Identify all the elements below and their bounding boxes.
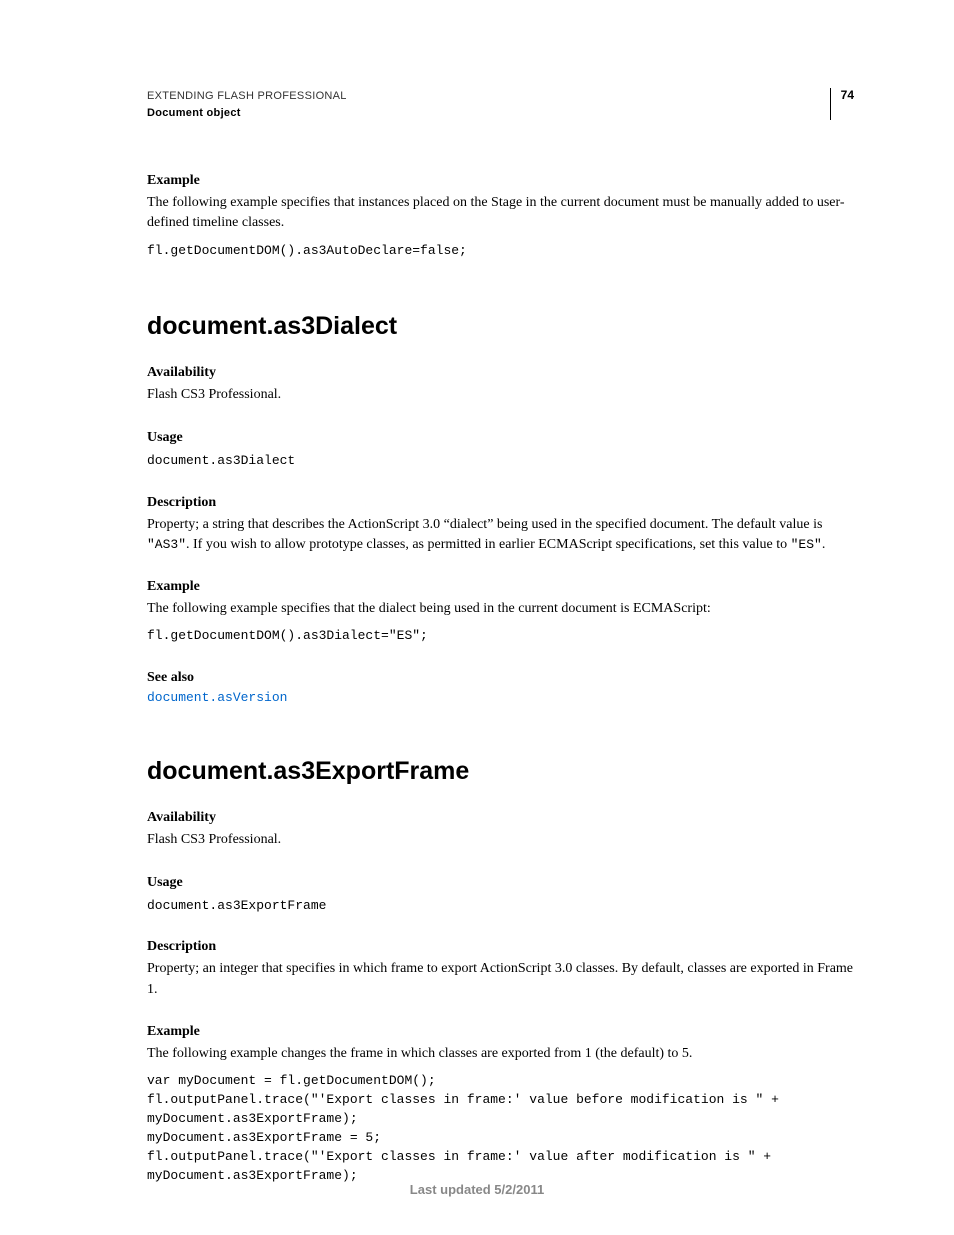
usage-label: Usage xyxy=(147,875,854,891)
example-code: var myDocument = fl.getDocumentDOM(); fl… xyxy=(147,1072,854,1185)
page-header: EXTENDING FLASH PROFESSIONAL Document ob… xyxy=(147,88,854,121)
description-code1: "AS3" xyxy=(147,537,186,552)
heading-as3dialect: document.as3Dialect xyxy=(147,312,854,341)
availability-text: Flash CS3 Professional. xyxy=(147,830,854,850)
description-text: Property; a string that describes the Ac… xyxy=(147,515,854,556)
description-label: Description xyxy=(147,495,854,511)
example-label: Example xyxy=(147,1024,854,1040)
description-pre: Property; a string that describes the Ac… xyxy=(147,517,822,532)
example-text: The following example specifies that the… xyxy=(147,599,854,619)
example-label: Example xyxy=(147,173,854,189)
availability-label: Availability xyxy=(147,810,854,826)
example-text: The following example changes the frame … xyxy=(147,1044,854,1064)
usage-code: document.as3ExportFrame xyxy=(147,897,854,916)
availability-text: Flash CS3 Professional. xyxy=(147,385,854,405)
description-text: Property; an integer that specifies in w… xyxy=(147,959,854,1000)
description-mid: . If you wish to allow prototype classes… xyxy=(186,537,791,552)
usage-label: Usage xyxy=(147,430,854,446)
example-label: Example xyxy=(147,579,854,595)
header-subtitle: Document object xyxy=(147,105,347,122)
example-code: fl.getDocumentDOM().as3AutoDeclare=false… xyxy=(147,242,854,261)
seealso-link[interactable]: document.asVersion xyxy=(147,690,854,705)
page-number: 74 xyxy=(830,88,854,120)
example-code: fl.getDocumentDOM().as3Dialect="ES"; xyxy=(147,627,854,646)
footer-updated: Last updated 5/2/2011 xyxy=(0,1182,954,1197)
availability-label: Availability xyxy=(147,365,854,381)
heading-as3exportframe: document.as3ExportFrame xyxy=(147,757,854,786)
header-left: EXTENDING FLASH PROFESSIONAL Document ob… xyxy=(147,88,347,121)
description-code2: "ES" xyxy=(791,537,822,552)
example-text: The following example specifies that ins… xyxy=(147,193,854,234)
header-title: EXTENDING FLASH PROFESSIONAL xyxy=(147,88,347,105)
description-label: Description xyxy=(147,939,854,955)
page-container: EXTENDING FLASH PROFESSIONAL Document ob… xyxy=(0,0,954,1235)
usage-code: document.as3Dialect xyxy=(147,452,854,471)
description-post: . xyxy=(822,537,826,552)
seealso-label: See also xyxy=(147,670,854,686)
